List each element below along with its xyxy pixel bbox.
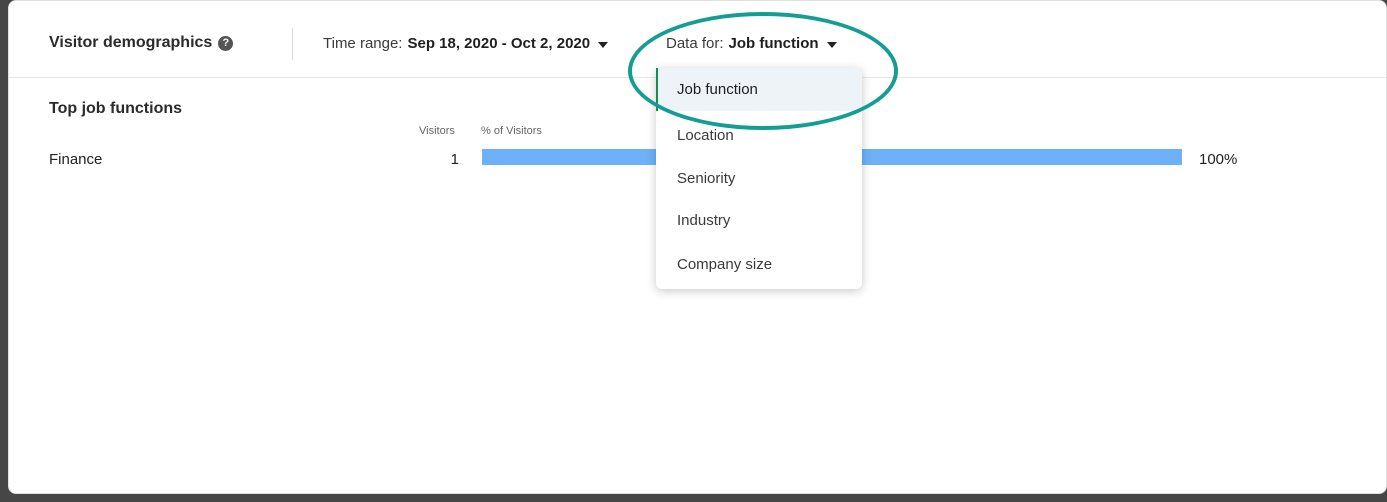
menu-item-industry[interactable]: Industry — [656, 199, 862, 242]
row-visitor-count: 1 — [450, 151, 459, 168]
data-for-menu: Job function Location Seniority Industry… — [656, 68, 862, 289]
menu-item-company-size[interactable]: Company size — [656, 243, 862, 286]
section-title: Top job functions — [49, 100, 183, 117]
help-icon[interactable]: ? — [218, 35, 234, 51]
menu-item-seniority[interactable]: Seniority — [656, 157, 862, 200]
time-range-label: Time range: — [323, 35, 403, 52]
header-divider — [292, 28, 293, 60]
data-for-value: Job function — [728, 35, 819, 52]
card-header: Visitor demographics ? Time range: Sep 1… — [9, 1, 1386, 78]
caret-down-icon — [598, 41, 609, 48]
column-header-percent: % of Visitors — [481, 125, 542, 137]
row-percent: 100% — [1199, 151, 1238, 168]
data-for-dropdown[interactable]: Data for: Job function — [666, 35, 837, 52]
data-for-label: Data for: — [666, 35, 724, 52]
card-title: Visitor demographics ? — [49, 34, 234, 52]
card-title-text: Visitor demographics — [49, 34, 213, 51]
row-label: Finance — [49, 151, 103, 168]
menu-item-location[interactable]: Location — [656, 114, 862, 157]
column-header-visitors: Visitors — [419, 125, 455, 137]
time-range-value: Sep 18, 2020 - Oct 2, 2020 — [407, 35, 591, 52]
caret-down-icon — [826, 41, 837, 48]
time-range-dropdown[interactable]: Time range: Sep 18, 2020 - Oct 2, 2020 — [323, 35, 609, 52]
menu-item-job-function[interactable]: Job function — [656, 68, 862, 111]
